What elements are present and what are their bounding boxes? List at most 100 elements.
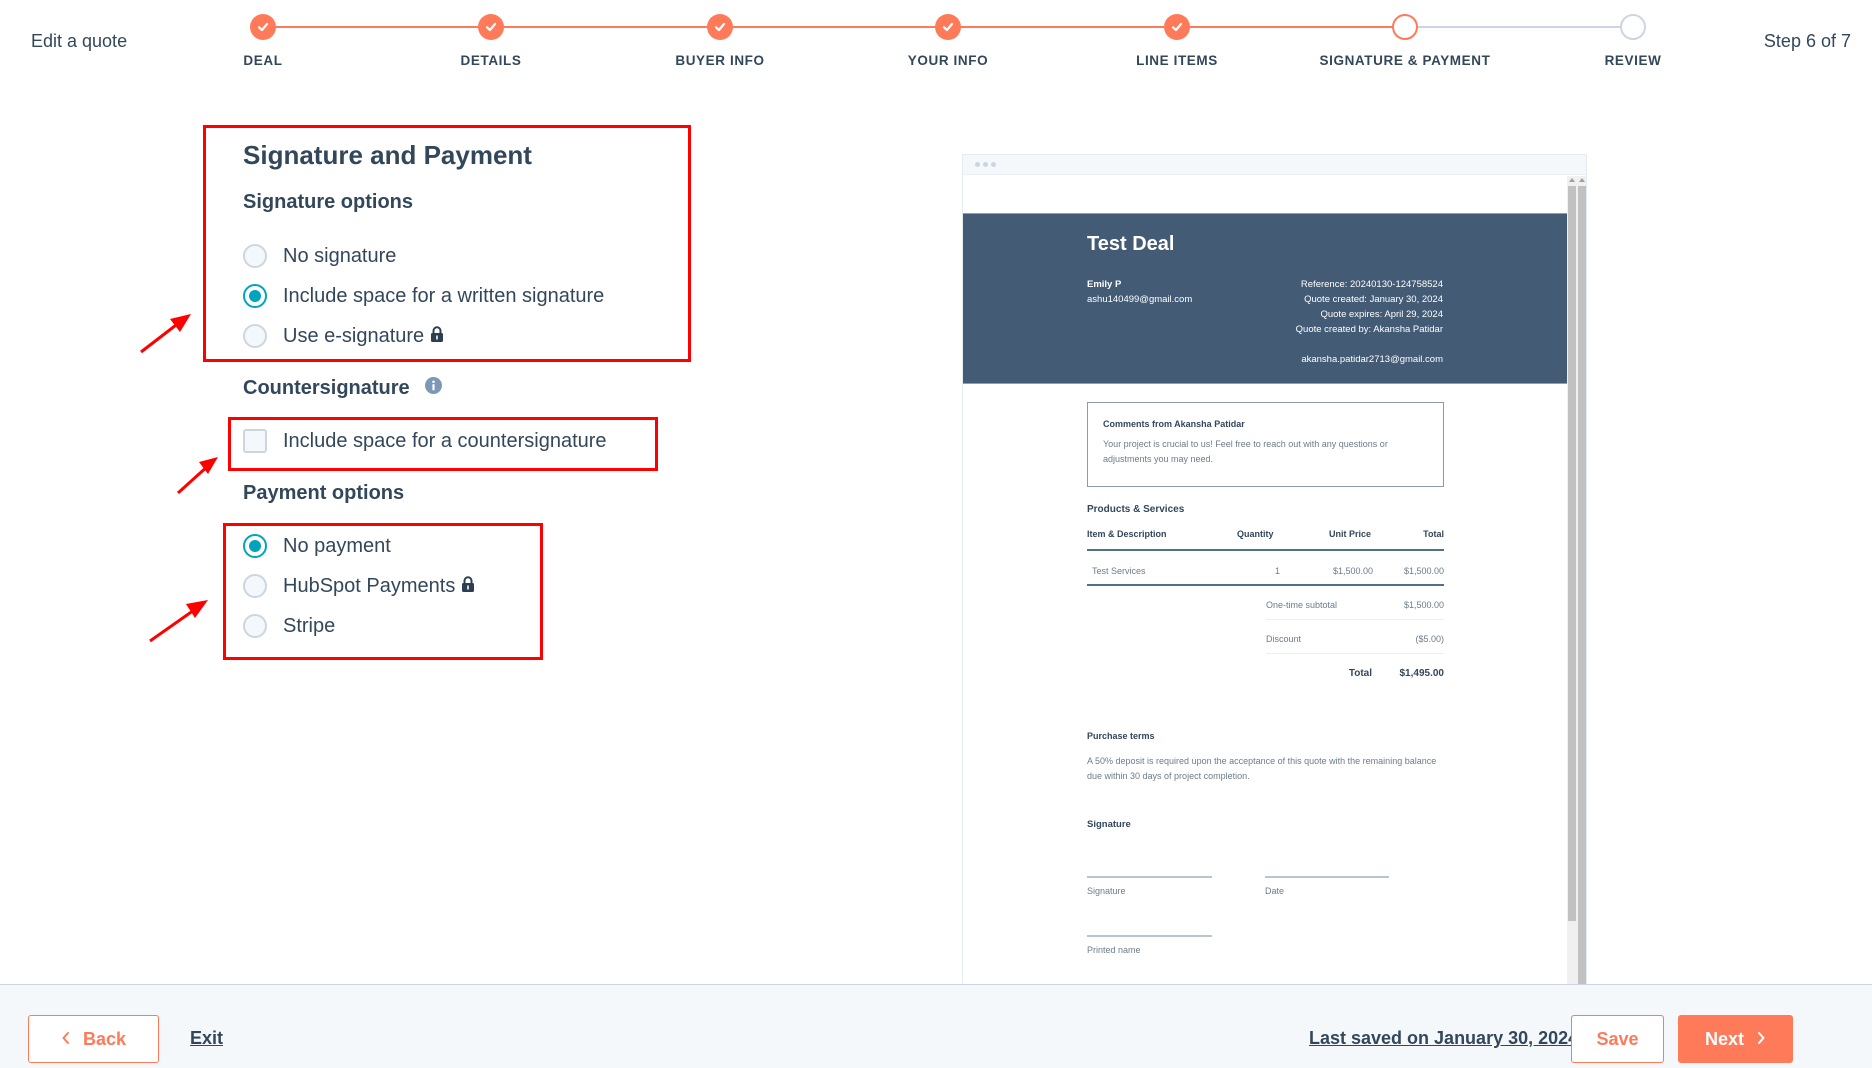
check-icon [1164, 14, 1190, 40]
step-line-items[interactable]: LINE ITEMS [1067, 14, 1287, 68]
option-label: Stripe [283, 614, 336, 637]
check-icon [707, 14, 733, 40]
lock-icon [461, 575, 475, 598]
lock-icon [430, 325, 444, 348]
step-label: BUYER INFO [675, 53, 765, 68]
info-icon[interactable] [425, 377, 443, 400]
radio-no-payment[interactable]: No payment [243, 534, 391, 558]
dot-icon [983, 162, 988, 167]
signature-line [1087, 876, 1212, 878]
scroll-up-icon[interactable] [1579, 178, 1585, 182]
comments-title: Comments from Akansha Patidar [1103, 419, 1245, 429]
quote-created: Quote created: January 30, 2024 [1304, 294, 1443, 305]
terms-body: A 50% deposit is required upon the accep… [1087, 756, 1437, 781]
quote-created-by: Quote created by: Akansha Patidar [1295, 324, 1443, 335]
cell-item: Test Services [1092, 566, 1146, 576]
quote-title: Test Deal [1087, 233, 1175, 255]
step-buyer-info[interactable]: BUYER INFO [610, 14, 830, 68]
check-icon [935, 14, 961, 40]
step-label: REVIEW [1604, 53, 1662, 68]
column-header: Total [1423, 529, 1444, 539]
chevron-left-icon [61, 1029, 83, 1050]
comments-body: Your project is crucial to us! Feel free… [1103, 439, 1388, 464]
check-icon [478, 14, 504, 40]
scrollbar-thumb[interactable] [1568, 186, 1576, 921]
radio-button-checked[interactable] [243, 284, 267, 308]
signature-caption: Signature [1087, 886, 1126, 896]
step-review[interactable]: REVIEW [1523, 14, 1743, 68]
footer-bar: Back Exit Last saved on January 30, 2024… [0, 984, 1872, 1068]
back-label: Back [82, 1028, 127, 1049]
step-label: YOUR INFO [907, 53, 989, 68]
save-button[interactable]: Save [1571, 1015, 1664, 1063]
option-label: Include space for a countersignature [283, 429, 607, 452]
radio-e-signature[interactable]: Use e-signature [243, 324, 444, 348]
total-value: $1,495.00 [1399, 668, 1445, 679]
subtotal-divider [1266, 619, 1444, 620]
cell-unit-price: $1,500.00 [1333, 566, 1374, 576]
subtotal-value: $1,500.00 [1403, 600, 1444, 610]
row-divider [1087, 584, 1444, 586]
option-label: No payment [283, 534, 391, 557]
step-count: Step 6 of 7 [1763, 31, 1851, 51]
quote-preview: Test Deal Emily P ashu140499@gmail.com R… [962, 154, 1587, 986]
preview-scrollbar-outer[interactable] [1577, 176, 1586, 986]
scrollbar-thumb[interactable] [1578, 186, 1586, 986]
check-icon [250, 14, 276, 40]
option-label: Include space for a written signature [283, 284, 605, 307]
step-details[interactable]: DETAILS [381, 14, 601, 68]
radio-button[interactable] [243, 324, 267, 348]
radio-button[interactable] [243, 244, 267, 268]
discount-divider [1266, 653, 1444, 654]
step-label: SIGNATURE & PAYMENT [1319, 53, 1491, 68]
total-label: Total [1348, 668, 1372, 679]
scroll-up-icon[interactable] [1569, 178, 1575, 182]
step-label: DETAILS [460, 53, 522, 68]
step-label: DEAL [243, 53, 283, 68]
last-saved-link[interactable]: Last saved on January 30, 2024 [1309, 1028, 1578, 1049]
radio-button[interactable] [243, 574, 267, 598]
radio-no-signature[interactable]: No signature [243, 244, 396, 268]
step-deal[interactable]: DEAL [153, 14, 373, 68]
back-button[interactable]: Back [28, 1015, 159, 1063]
countersignature-heading: Countersignature [243, 377, 443, 400]
buyer-info: Emily P ashu140499@gmail.com [1087, 277, 1192, 307]
annotation-arrow-1 [140, 314, 191, 354]
buyer-name: Emily P [1087, 279, 1122, 290]
subtotal-label: One-time subtotal [1266, 600, 1338, 610]
checkbox[interactable] [243, 429, 267, 453]
radio-button[interactable] [243, 614, 267, 638]
cell-quantity: 1 [1275, 566, 1281, 576]
step-your-info[interactable]: YOUR INFO [838, 14, 1058, 68]
annotation-arrow-2 [176, 457, 218, 495]
option-label: HubSpot Payments [283, 574, 456, 597]
buyer-email: ashu140499@gmail.com [1087, 294, 1193, 305]
payment-options-heading: Payment options [243, 482, 405, 504]
dot-icon [991, 162, 996, 167]
terms-title: Purchase terms [1087, 731, 1155, 741]
step-signature-payment[interactable]: SIGNATURE & PAYMENT [1295, 14, 1515, 68]
quote-header: Test Deal Emily P ashu140499@gmail.com R… [963, 213, 1567, 384]
printed-name-caption: Printed name [1087, 945, 1141, 955]
date-line [1265, 876, 1389, 878]
signature-title: Signature [1087, 819, 1131, 830]
discount-label: Discount [1266, 634, 1302, 644]
radio-hubspot-payments[interactable]: HubSpot Payments [243, 574, 475, 598]
radio-written-signature[interactable]: Include space for a written signature [243, 284, 604, 308]
preview-toolbar [963, 155, 1586, 175]
quote-expires: Quote expires: April 29, 2024 [1320, 309, 1443, 320]
next-button[interactable]: Next [1678, 1015, 1793, 1063]
option-label: Use e-signature [283, 324, 425, 347]
date-caption: Date [1265, 886, 1285, 896]
exit-link[interactable]: Exit [190, 1028, 223, 1049]
preview-scrollbar-inner[interactable] [1567, 176, 1577, 986]
option-label: No signature [283, 244, 397, 267]
progress-stepper: DEAL DETAILS BUYER INFO YOUR INFO LINE I… [0, 0, 1872, 80]
annotation-arrow-3 [149, 600, 208, 643]
radio-stripe[interactable]: Stripe [243, 614, 335, 638]
column-header: Item & Description [1087, 529, 1167, 539]
creator-email: akansha.patidar2713@gmail.com [1301, 354, 1443, 365]
checkbox-countersignature[interactable]: Include space for a countersignature [243, 429, 607, 453]
radio-button-checked[interactable] [243, 534, 267, 558]
discount-value: ($5.00) [1415, 634, 1444, 644]
